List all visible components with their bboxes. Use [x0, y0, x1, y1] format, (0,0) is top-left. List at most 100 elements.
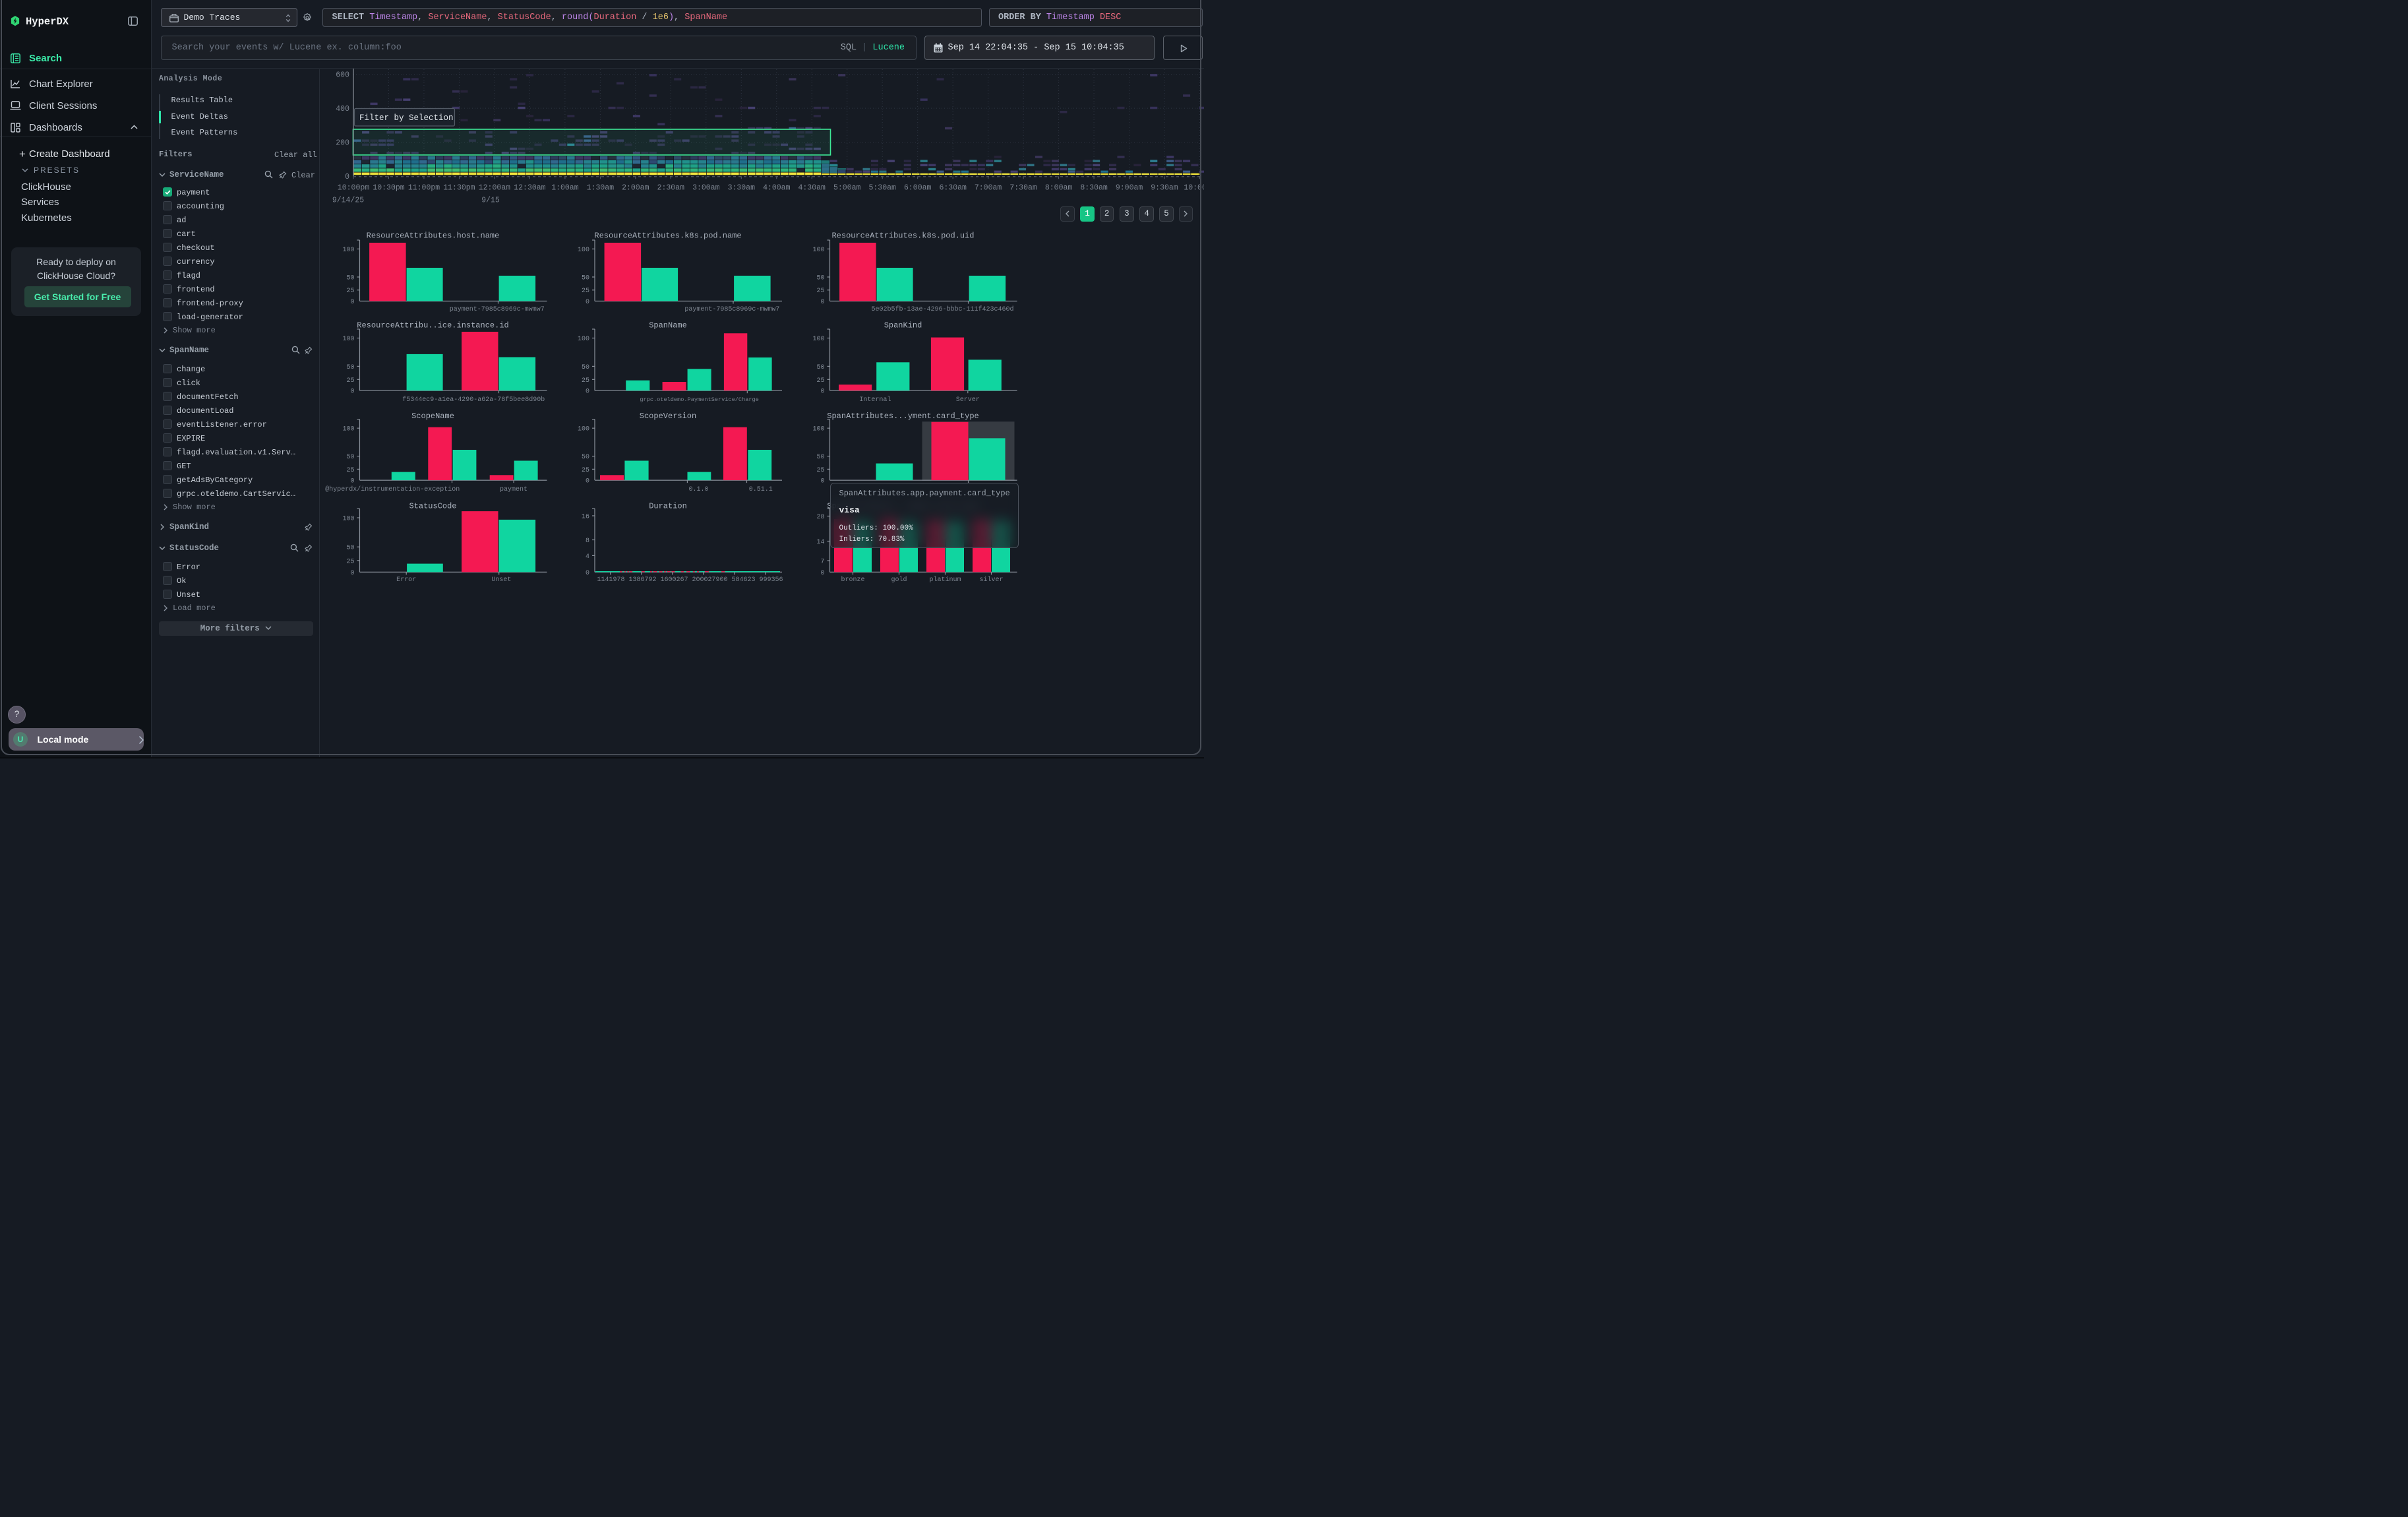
- svg-text:6:30am: 6:30am: [939, 183, 967, 192]
- svg-text:50: 50: [582, 364, 589, 371]
- svg-text:0: 0: [345, 173, 349, 181]
- svg-text:SpanKind: SpanKind: [884, 321, 922, 330]
- svg-text:7:30am: 7:30am: [1009, 183, 1037, 192]
- svg-text:11:00pm: 11:00pm: [408, 183, 440, 192]
- svg-text:25: 25: [816, 288, 824, 295]
- svg-text:9:30am: 9:30am: [1151, 183, 1178, 192]
- svg-text:Internal: Internal: [859, 396, 891, 404]
- svg-text:Unset: Unset: [491, 576, 511, 584]
- svg-text:0.51.1: 0.51.1: [749, 486, 773, 493]
- svg-text:25: 25: [816, 377, 824, 385]
- svg-text:0: 0: [350, 299, 354, 306]
- svg-text:0: 0: [350, 478, 354, 485]
- svg-text:f5344ec9-a1ea-4290-a62a-78f5be: f5344ec9-a1ea-4290-a62a-78f5bee8d90b: [402, 396, 545, 404]
- svg-text:Filter by Selection: Filter by Selection: [359, 113, 454, 123]
- svg-text:0: 0: [820, 570, 824, 577]
- svg-text:StatusCode: StatusCode: [409, 501, 456, 511]
- svg-text:0.1.0: 0.1.0: [688, 486, 708, 493]
- svg-text:4:30am: 4:30am: [798, 183, 826, 192]
- svg-text:0: 0: [350, 388, 354, 396]
- svg-text:Duration: Duration: [649, 501, 687, 511]
- svg-text:SpanName: SpanName: [649, 321, 687, 330]
- svg-text:Server: Server: [956, 396, 980, 404]
- svg-text:1141978 1386792 1600267 200027: 1141978 1386792 1600267 200027900 584623…: [597, 576, 783, 584]
- svg-text:2:00am: 2:00am: [622, 183, 649, 192]
- svg-text:10:00am: 10:00am: [1184, 183, 1204, 192]
- svg-text:0: 0: [820, 388, 824, 396]
- svg-text:0: 0: [820, 299, 824, 306]
- svg-text:100: 100: [578, 247, 589, 254]
- svg-text:0: 0: [586, 299, 589, 306]
- svg-text:28: 28: [816, 514, 824, 521]
- svg-text:platinum: platinum: [929, 576, 961, 584]
- svg-text:payment-7985c8969c-mwmw7: payment-7985c8969c-mwmw7: [450, 306, 545, 313]
- svg-text:payment: payment: [500, 486, 527, 493]
- svg-text:50: 50: [816, 275, 824, 282]
- svg-text:50: 50: [816, 454, 824, 461]
- svg-text:9/15: 9/15: [481, 196, 500, 204]
- svg-text:payment-7985c8969c-mwmw7: payment-7985c8969c-mwmw7: [684, 306, 779, 313]
- svg-text:ScopeVersion: ScopeVersion: [640, 412, 696, 421]
- svg-text:5:00am: 5:00am: [833, 183, 861, 192]
- svg-text:7: 7: [820, 559, 824, 566]
- svg-text:ResourceAttributes.k8s.pod.nam: ResourceAttributes.k8s.pod.name: [594, 232, 741, 241]
- svg-text:8: 8: [586, 538, 589, 545]
- svg-text:silver: silver: [979, 576, 1003, 584]
- svg-text:0: 0: [820, 478, 824, 485]
- svg-text:bronze: bronze: [841, 576, 864, 584]
- svg-text:25: 25: [582, 377, 589, 385]
- svg-text:12:00am: 12:00am: [479, 183, 510, 192]
- svg-text:grpc.oteldemo.PaymentService/C: grpc.oteldemo.PaymentService/Charge: [640, 396, 759, 403]
- svg-text:100: 100: [578, 426, 589, 433]
- svg-text:1:00am: 1:00am: [551, 183, 579, 192]
- svg-text:50: 50: [582, 275, 589, 282]
- svg-text:100: 100: [342, 426, 354, 433]
- svg-text:25: 25: [816, 467, 824, 474]
- svg-text:0: 0: [350, 570, 354, 577]
- svg-text:10:00pm: 10:00pm: [338, 183, 369, 192]
- svg-text:2:30am: 2:30am: [657, 183, 685, 192]
- svg-text:25: 25: [582, 288, 589, 295]
- svg-text:ResourceAttribu..ice.instance.: ResourceAttribu..ice.instance.id: [357, 321, 508, 330]
- svg-text:5:30am: 5:30am: [868, 183, 896, 192]
- svg-text:50: 50: [346, 454, 354, 461]
- svg-text:SpanAttributes...yment.card_ty: SpanAttributes...yment.card_type: [827, 412, 978, 421]
- svg-text:100: 100: [342, 516, 354, 523]
- svg-text:4: 4: [586, 553, 589, 561]
- svg-text:25: 25: [346, 377, 354, 385]
- svg-text:11:30pm: 11:30pm: [443, 183, 475, 192]
- svg-text:25: 25: [582, 467, 589, 474]
- svg-text:16: 16: [582, 514, 589, 521]
- svg-text:ResourceAttributes.k8s.pod.uid: ResourceAttributes.k8s.pod.uid: [831, 232, 974, 241]
- svg-text:3:00am: 3:00am: [692, 183, 720, 192]
- svg-text:gold: gold: [891, 576, 907, 584]
- svg-text:50: 50: [816, 364, 824, 371]
- svg-text:200: 200: [336, 139, 349, 148]
- svg-text:Error: Error: [396, 576, 416, 584]
- svg-text:25: 25: [346, 288, 354, 295]
- svg-text:100: 100: [342, 247, 354, 254]
- svg-text:0: 0: [586, 388, 589, 396]
- svg-text:1:30am: 1:30am: [587, 183, 615, 192]
- svg-text:100: 100: [812, 247, 824, 254]
- svg-text:7:00am: 7:00am: [975, 183, 1002, 192]
- svg-text:0: 0: [586, 570, 589, 577]
- svg-text:0: 0: [586, 478, 589, 485]
- svg-text:25: 25: [346, 467, 354, 474]
- svg-text:12:30am: 12:30am: [514, 183, 545, 192]
- svg-text:8:30am: 8:30am: [1080, 183, 1108, 192]
- svg-text:100: 100: [812, 336, 824, 343]
- svg-text:@hyperdx/instrumentation-excep: @hyperdx/instrumentation-exception: [325, 485, 460, 493]
- svg-text:50: 50: [346, 545, 354, 552]
- svg-text:9/14/25: 9/14/25: [332, 196, 364, 204]
- svg-text:9:00am: 9:00am: [1116, 183, 1143, 192]
- svg-text:100: 100: [578, 336, 589, 343]
- svg-text:50: 50: [346, 364, 354, 371]
- svg-text:50: 50: [346, 275, 354, 282]
- svg-text:25: 25: [346, 558, 354, 565]
- svg-text:6:00am: 6:00am: [904, 183, 932, 192]
- svg-text:5e02b5fb-13ae-4296-bbbc-111f42: 5e02b5fb-13ae-4296-bbbc-111f423c460d: [871, 305, 1013, 313]
- svg-text:3:30am: 3:30am: [728, 183, 756, 192]
- svg-text:100: 100: [342, 336, 354, 343]
- svg-text:100: 100: [812, 426, 824, 433]
